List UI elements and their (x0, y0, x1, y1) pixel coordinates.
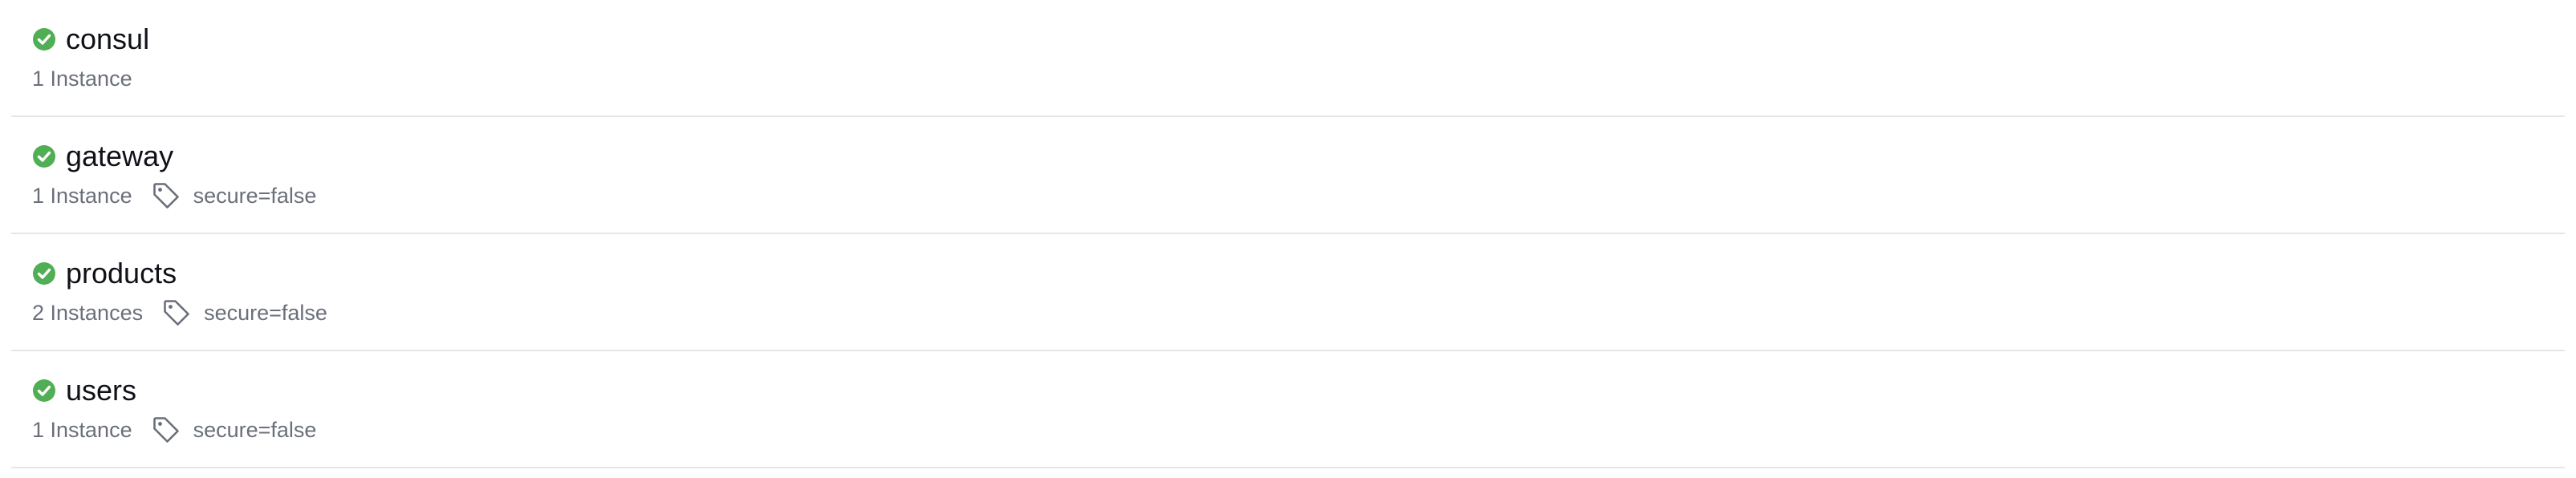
service-row-consul[interactable]: consul 1 Instance (11, 0, 2565, 117)
service-list: consul 1 Instance gateway 1 Instance sec… (11, 0, 2565, 468)
service-name-line: gateway (32, 139, 173, 174)
service-tag: secure=false (162, 298, 327, 327)
service-row-products[interactable]: products 2 Instances secure=false (11, 234, 2565, 351)
service-meta: 1 Instance (32, 63, 132, 95)
tag-icon (152, 415, 181, 444)
check-circle-icon (32, 261, 56, 286)
service-name-line: users (32, 373, 136, 408)
service-row-users[interactable]: users 1 Instance secure=false (11, 351, 2565, 468)
service-meta: 1 Instance secure=false (32, 414, 316, 446)
service-tag: secure=false (152, 181, 317, 210)
tag-icon (152, 181, 181, 210)
instance-count: 1 Instance (32, 183, 132, 208)
service-name-line: products (32, 256, 177, 291)
service-row-gateway[interactable]: gateway 1 Instance secure=false (11, 117, 2565, 234)
check-circle-icon (32, 144, 56, 168)
tag-label: secure=false (193, 417, 317, 442)
tag-label: secure=false (204, 300, 327, 325)
instance-count: 1 Instance (32, 66, 132, 91)
tag-icon (162, 298, 191, 327)
check-circle-icon (32, 379, 56, 403)
service-meta: 1 Instance secure=false (32, 180, 316, 212)
tag-label: secure=false (193, 183, 317, 208)
service-name[interactable]: consul (66, 22, 149, 57)
service-name[interactable]: products (66, 256, 177, 291)
service-meta: 2 Instances secure=false (32, 297, 327, 329)
instance-count: 2 Instances (32, 300, 144, 325)
service-name-line: consul (32, 22, 149, 57)
service-name[interactable]: gateway (66, 139, 173, 174)
instance-count: 1 Instance (32, 417, 132, 442)
check-circle-icon (32, 27, 56, 51)
service-name[interactable]: users (66, 373, 136, 408)
service-tag: secure=false (152, 415, 317, 444)
